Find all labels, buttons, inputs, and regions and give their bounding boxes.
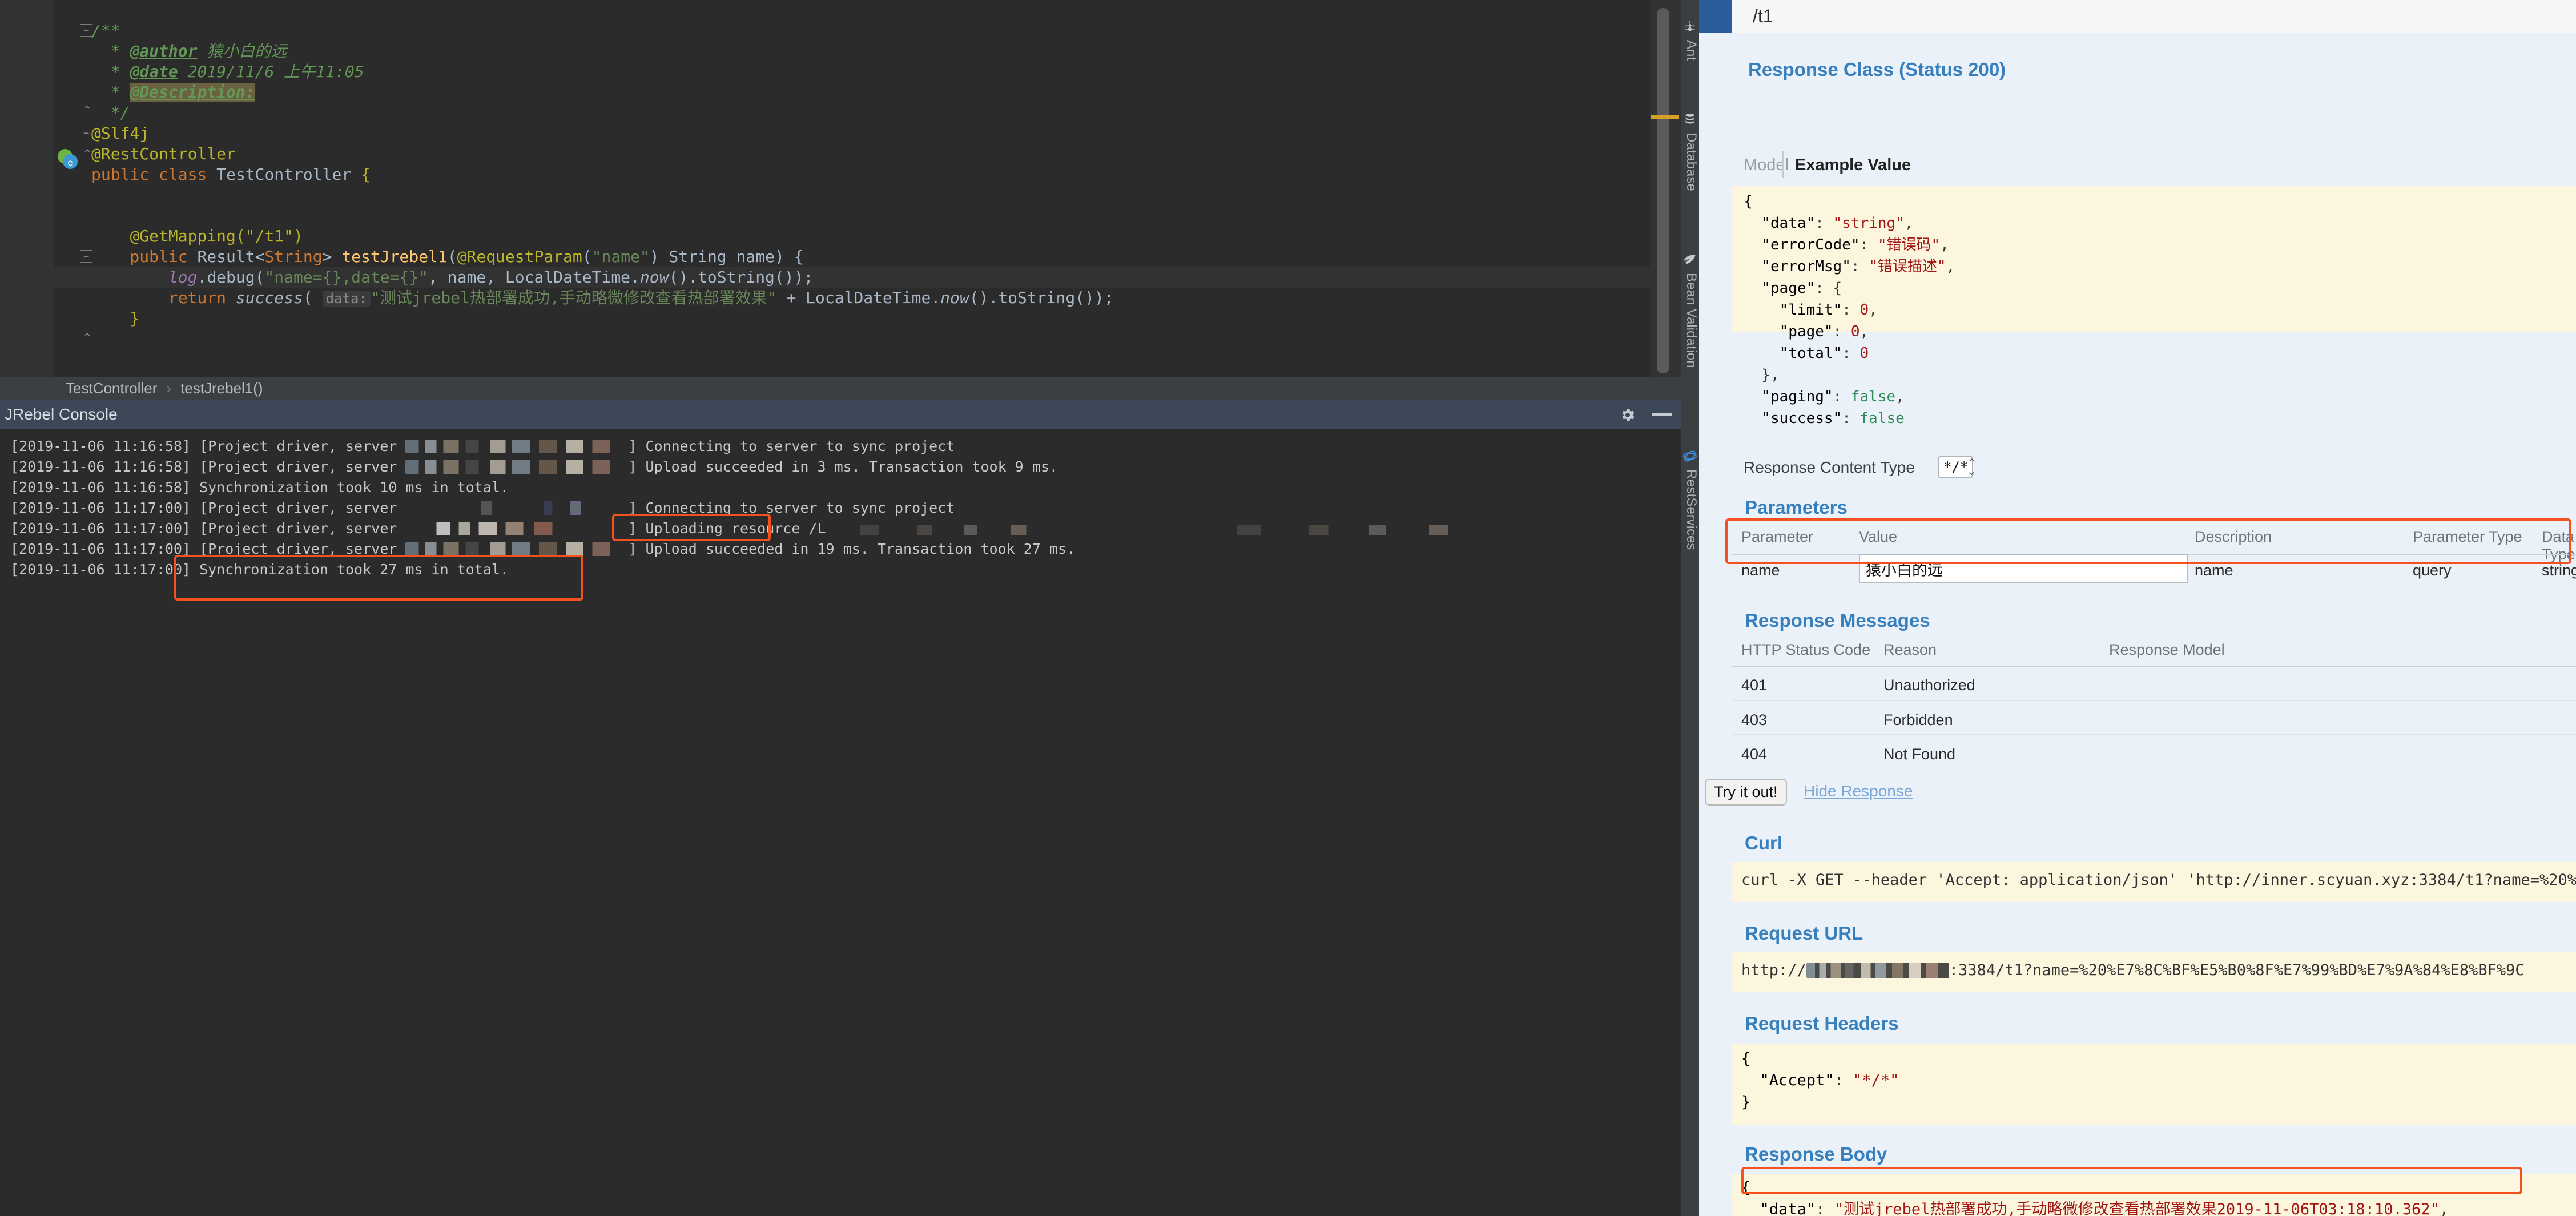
jrebel-console-panel: JRebel Console [2019-11-06 11:16:58] [Pr… bbox=[0, 400, 1699, 1216]
swagger-ui-panel: T /t1 Response Class (Status 200) Model … bbox=[1699, 0, 2576, 1216]
status-reason-cell: Unauthorized bbox=[1883, 677, 1975, 694]
svg-text:e: e bbox=[67, 158, 73, 168]
javadoc-date-value: 2019/11/6 上午11:05 bbox=[187, 62, 364, 81]
request-url-suffix: :3384/t1?name=%20%E7%8C%BF%E5%B0%8F%E7%9… bbox=[1949, 961, 2525, 979]
swagger-endpoint-path: /t1 bbox=[1753, 6, 1773, 26]
editor-fold-line-column bbox=[86, 0, 89, 377]
tool-tab-rest-services[interactable]: RestServices bbox=[1681, 469, 1699, 550]
parameter-hint-data: data: bbox=[322, 291, 371, 307]
swagger-active-tab[interactable] bbox=[1699, 0, 1733, 33]
try-it-out-button[interactable]: Try it out! bbox=[1705, 779, 1787, 806]
breadcrumb-method[interactable]: testJrebel1() bbox=[180, 380, 263, 397]
breadcrumb[interactable]: TestController › testJrebel1() bbox=[0, 377, 1699, 400]
jrebel-console-output[interactable]: [2019-11-06 11:16:58] [Project driver, s… bbox=[0, 429, 1699, 1216]
javadoc-author-tag: @author bbox=[130, 42, 198, 61]
bean-validation-icon[interactable] bbox=[1683, 252, 1697, 267]
tab-divider bbox=[1782, 151, 1784, 178]
console-log-line: [2019-11-06 11:17:00] [Project driver, s… bbox=[10, 500, 955, 516]
database-icon[interactable] bbox=[1683, 112, 1697, 127]
tab-example-value[interactable]: Example Value bbox=[1795, 156, 1911, 175]
editor-scroll-marker bbox=[1651, 115, 1679, 119]
tool-tab-bean-validation[interactable]: Bean Validation bbox=[1681, 273, 1699, 368]
jrebel-console-title: JRebel Console bbox=[5, 405, 118, 423]
param-description-cell: name bbox=[2195, 562, 2233, 579]
param-data-type-cell: string bbox=[2542, 562, 2576, 579]
swagger-content: Response Class (Status 200) Model Exampl… bbox=[1705, 33, 2576, 1216]
status-reason-cell: Forbidden bbox=[1883, 711, 1953, 728]
col-reason: Reason bbox=[1883, 641, 1937, 658]
curl-command[interactable]: curl -X GET --header 'Accept: applicatio… bbox=[1741, 869, 2576, 891]
tool-tab-ant[interactable]: Ant bbox=[1681, 40, 1699, 61]
annotation-getmapping: @GetMapping("/t1") bbox=[130, 227, 303, 245]
status-code-cell: 404 bbox=[1741, 746, 1768, 763]
tool-tab-database[interactable]: Database bbox=[1681, 132, 1699, 191]
col-response-model: Response Model bbox=[2109, 641, 2225, 658]
col-http-status-code: HTTP Status Code bbox=[1741, 641, 1871, 658]
annotation-slf4j: @Slf4j bbox=[91, 124, 150, 143]
gear-icon[interactable] bbox=[1619, 406, 1636, 424]
breadcrumb-class[interactable]: TestController bbox=[66, 380, 157, 397]
editor-gutter-fold-column[interactable] bbox=[54, 0, 88, 377]
table-rule bbox=[1732, 666, 2576, 667]
console-log-line: [2019-11-06 11:16:58] Synchronization to… bbox=[10, 479, 509, 496]
console-uploading-path: /L bbox=[808, 520, 826, 537]
chevron-updown-icon[interactable]: ⌃ ⌄ bbox=[1967, 458, 1977, 477]
swagger-endpoint-bar[interactable] bbox=[1732, 0, 2576, 33]
javadoc-author-value: 猿小白的远 bbox=[207, 42, 287, 61]
param-name-cell: name bbox=[1741, 562, 1780, 579]
breadcrumb-separator-icon: › bbox=[166, 380, 172, 397]
fold-collapse-icon[interactable]: − bbox=[80, 24, 92, 37]
response-messages-heading: Response Messages bbox=[1745, 610, 1930, 631]
console-log-line: [2019-11-06 11:16:58] [Project driver, s… bbox=[10, 438, 955, 454]
editor-scrollbar-thumb[interactable] bbox=[1657, 8, 1669, 373]
request-headers-code: { "Accept": "*/*" } bbox=[1741, 1050, 1899, 1111]
annotation-restcontroller: @RestController bbox=[91, 144, 236, 163]
javadoc-date-tag: @date bbox=[130, 62, 178, 81]
spring-bean-gutter-icon[interactable]: e bbox=[55, 146, 80, 171]
response-class-heading: Response Class (Status 200) bbox=[1748, 59, 2006, 80]
annotation-box-uploading-resource bbox=[612, 514, 771, 541]
fold-collapse-icon[interactable]: − bbox=[80, 127, 92, 139]
ide-window: 12 13 14 15 16 17 18 19 20 21 22 23 24 2… bbox=[0, 0, 1699, 1216]
request-url-heading: Request URL bbox=[1745, 923, 1863, 944]
console-log-line: [2019-11-06 11:16:58] [Project driver, s… bbox=[10, 458, 1058, 475]
editor-gutter[interactable] bbox=[0, 0, 54, 377]
response-content-type-label: Response Content Type bbox=[1744, 458, 1915, 476]
example-value-code: { "data": "string", "errorCode": "错误码", … bbox=[1744, 193, 1955, 427]
status-code-cell: 401 bbox=[1741, 677, 1768, 694]
minimize-icon[interactable] bbox=[1652, 413, 1672, 416]
parameters-heading: Parameters bbox=[1745, 497, 1848, 518]
request-url-value: http:// :3384/t1?name=%20%E7%8C%BF%E5%B0%… bbox=[1741, 960, 2525, 981]
javadoc-description-tag: @Description: bbox=[130, 83, 255, 102]
response-body-heading: Response Body bbox=[1745, 1143, 1887, 1165]
ant-icon[interactable] bbox=[1683, 21, 1697, 35]
param-parameter-type-cell: query bbox=[2413, 562, 2452, 579]
screen-root: 12 13 14 15 16 17 18 19 20 21 22 23 24 2… bbox=[0, 0, 2576, 1216]
table-row-rule bbox=[1732, 734, 2576, 735]
annotation-box-parameter-row bbox=[1725, 518, 2571, 564]
annotation-box-response-data bbox=[1741, 1167, 2522, 1194]
code-editor[interactable]: 12 13 14 15 16 17 18 19 20 21 22 23 24 2… bbox=[0, 0, 1699, 377]
request-headers-heading: Request Headers bbox=[1745, 1013, 1899, 1034]
status-reason-cell: Not Found bbox=[1883, 746, 1956, 763]
table-row-rule bbox=[1732, 700, 2576, 701]
swagger-tab-bar: T /t1 bbox=[1699, 0, 2576, 33]
hide-response-link[interactable]: Hide Response bbox=[1804, 782, 1913, 800]
jrebel-console-header: JRebel Console bbox=[0, 400, 1699, 429]
jrebel-string-literal: "测试jrebel热部署成功,手动略微修改查看热部署效果" bbox=[370, 288, 777, 307]
request-url-prefix: http:// bbox=[1741, 961, 1806, 979]
annotation-box-sync-total bbox=[174, 555, 583, 601]
code-text-area[interactable]: /** * @author 猿小白的远 * @date 2019/11/6 上午… bbox=[91, 0, 1596, 377]
rest-services-icon[interactable] bbox=[1683, 449, 1697, 464]
ide-right-tool-strip: Ant Database Bean Validation RestService… bbox=[1681, 0, 1699, 1216]
status-code-cell: 403 bbox=[1741, 711, 1768, 728]
fold-collapse-icon[interactable]: − bbox=[80, 250, 92, 263]
curl-heading: Curl bbox=[1745, 832, 1782, 853]
